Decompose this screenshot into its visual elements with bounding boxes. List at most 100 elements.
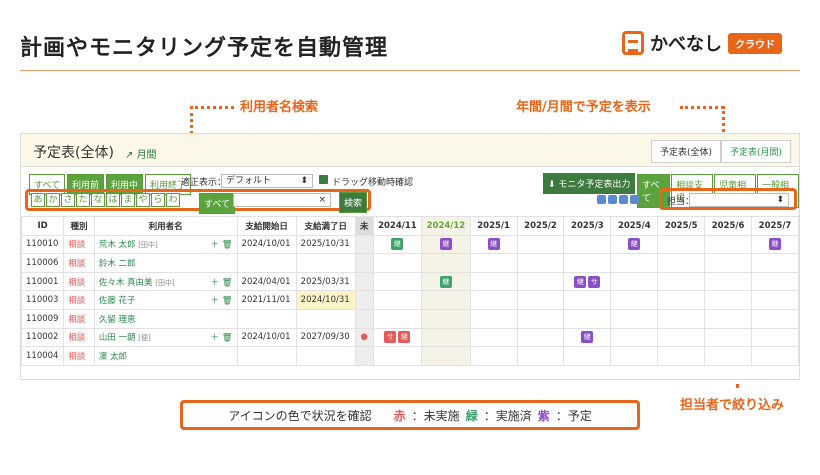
kana-5[interactable]: は (106, 193, 120, 207)
kana-4[interactable]: な (91, 193, 105, 207)
view-full-button[interactable]: 予定表(全体) (650, 140, 721, 163)
month-cell[interactable] (704, 253, 753, 273)
month-cell[interactable] (657, 253, 706, 273)
month-cell[interactable] (469, 308, 518, 329)
month-cell[interactable] (469, 271, 518, 292)
month-cell[interactable] (751, 271, 799, 292)
month-cell[interactable] (421, 253, 471, 273)
monitor-export-button[interactable]: ⬇ モニタ予定表出力 (543, 173, 636, 194)
status-pill[interactable]: サ (384, 331, 397, 344)
month-cell[interactable] (563, 234, 612, 255)
month-cell[interactable] (354, 308, 374, 329)
month-cell[interactable] (354, 346, 374, 366)
month-cell[interactable] (610, 308, 659, 329)
row-name[interactable]: 佐藤 花子 (99, 296, 136, 306)
month-cell[interactable] (563, 290, 612, 310)
month-cell[interactable] (421, 308, 471, 329)
status-pill[interactable]: 継 (439, 275, 452, 288)
col-header[interactable]: 2025/4 (610, 216, 659, 236)
kana-0[interactable]: あ (31, 193, 45, 207)
month-cell[interactable] (704, 271, 753, 292)
month-cell[interactable] (421, 327, 471, 348)
status-pill[interactable]: サ (588, 275, 601, 288)
month-cell[interactable] (610, 290, 659, 310)
month-cell[interactable] (516, 271, 565, 292)
status-pill[interactable]: 継 (581, 331, 594, 344)
month-cell[interactable] (657, 308, 706, 329)
month-cell[interactable] (516, 234, 565, 255)
kana-8[interactable]: ら (151, 193, 165, 207)
month-cell[interactable] (469, 327, 518, 348)
col-header[interactable]: 2025/1 (469, 216, 518, 236)
row-name[interactable]: 鈴木 二郎 (99, 259, 136, 269)
month-cell[interactable]: サ継 (372, 327, 423, 348)
month-cell[interactable]: 継 (610, 234, 659, 255)
kana-9[interactable]: わ (166, 193, 180, 207)
search-button[interactable]: 検索 (339, 192, 368, 213)
col-header[interactable]: 支給満了日 (295, 216, 356, 236)
month-cell[interactable] (354, 290, 374, 310)
month-cell[interactable] (516, 253, 565, 273)
status-pill[interactable]: 継 (574, 275, 587, 288)
month-cell[interactable] (657, 234, 706, 255)
month-cell[interactable] (751, 346, 799, 366)
col-header[interactable]: 2025/2 (516, 216, 565, 236)
month-cell[interactable] (657, 346, 706, 366)
month-cell[interactable] (751, 290, 799, 310)
add-icon[interactable]: ＋ 🗑 (211, 276, 233, 288)
month-cell[interactable]: 継 (421, 271, 471, 292)
month-cell[interactable] (421, 346, 471, 366)
col-header[interactable]: 支給開始日 (236, 216, 297, 236)
month-cell[interactable] (563, 308, 612, 329)
name-search-input[interactable]: × (233, 193, 331, 207)
month-cell[interactable] (516, 346, 565, 366)
kana-all[interactable]: すべて (199, 193, 236, 214)
row-name[interactable]: 山田 一朗 (99, 333, 136, 343)
month-cell[interactable]: 継 (751, 234, 799, 255)
status-pill[interactable]: 継 (487, 238, 500, 251)
month-cell[interactable]: 継 (421, 234, 471, 255)
status-pill[interactable]: 継 (439, 238, 452, 251)
staff-select[interactable]: ⬍ (689, 193, 789, 207)
view-month-button[interactable]: 予定表(月間) (720, 140, 791, 163)
row-name[interactable]: 凜 太郎 (99, 352, 127, 362)
month-cell[interactable] (516, 290, 565, 310)
col-header[interactable]: 2025/6 (704, 216, 753, 236)
month-cell[interactable]: 継 (563, 327, 612, 348)
month-cell[interactable] (372, 271, 423, 292)
month-cell[interactable] (354, 253, 374, 273)
month-cell[interactable] (610, 271, 659, 292)
kana-3[interactable]: た (76, 193, 90, 207)
month-cell[interactable] (469, 253, 518, 273)
col-header[interactable]: 利用者名 (93, 216, 238, 236)
col-header[interactable]: 種別 (63, 216, 95, 236)
month-cell[interactable] (372, 253, 423, 273)
month-cell[interactable] (751, 253, 799, 273)
month-cell[interactable] (610, 253, 659, 273)
add-icon[interactable]: ＋ 🗑 (211, 238, 233, 250)
row-name[interactable]: 荒木 太郎 (99, 240, 136, 250)
month-cell[interactable] (469, 290, 518, 310)
month-cell[interactable] (704, 346, 753, 366)
month-cell[interactable] (610, 346, 659, 366)
month-cell[interactable] (372, 346, 423, 366)
display-select[interactable]: デフォルト ⬍ (221, 174, 313, 188)
month-cell[interactable] (354, 234, 374, 255)
month-cell[interactable] (372, 290, 423, 310)
col-header[interactable]: 未 (354, 216, 374, 236)
month-cell[interactable]: 継 (372, 234, 423, 255)
month-cell[interactable] (704, 327, 753, 348)
col-header[interactable]: 2024/11 (372, 216, 423, 236)
month-cell[interactable] (704, 308, 753, 329)
col-header[interactable]: 2025/5 (657, 216, 706, 236)
col-header[interactable]: 2024/12 (421, 216, 471, 236)
month-cell[interactable] (751, 327, 799, 348)
month-cell[interactable] (704, 290, 753, 310)
month-cell[interactable] (354, 271, 374, 292)
month-cell[interactable] (610, 327, 659, 348)
add-icon[interactable]: ＋ 🗑 (211, 294, 233, 306)
add-icon[interactable]: ＋ 🗑 (211, 331, 233, 343)
month-cell[interactable]: ● (354, 327, 374, 348)
col-header[interactable]: 2025/7 (751, 216, 799, 236)
month-cell[interactable] (657, 271, 706, 292)
